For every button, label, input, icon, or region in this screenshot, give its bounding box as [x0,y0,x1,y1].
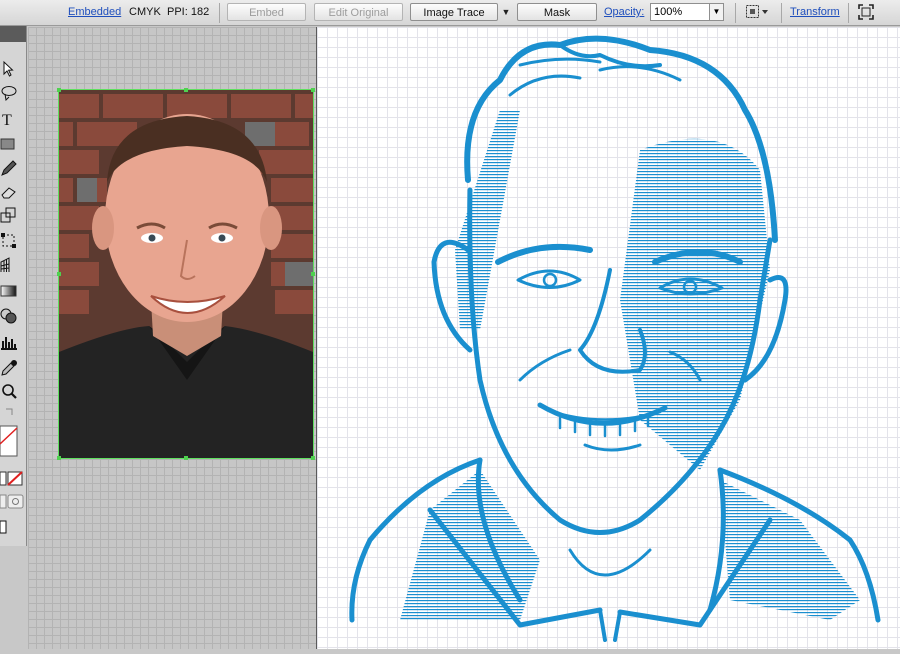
selection-handle[interactable] [184,88,188,92]
opacity-value: 100% [654,6,683,18]
none-swatch-icon[interactable] [0,470,24,488]
perspective-grid-icon[interactable] [0,256,18,274]
mask-button[interactable]: Mask [517,3,597,21]
selection-handle[interactable] [311,272,315,276]
gradient-tool-icon[interactable] [0,282,18,300]
edit-original-button[interactable]: Edit Original [314,3,403,21]
control-bar: Embedded CMYK PPI: 182 Embed Edit Origin… [0,0,900,26]
lasso-tool-icon[interactable] [0,84,18,102]
ppi-label: PPI: 182 [167,6,210,18]
embed-button[interactable]: Embed [227,3,306,21]
selection-handle[interactable] [57,88,61,92]
selection-handle[interactable] [57,272,61,276]
chevron-down-icon[interactable]: ▼ [709,4,723,20]
type-tool-icon[interactable]: T [0,110,18,128]
panel-header [0,26,26,42]
align-icon[interactable] [745,4,768,20]
fill-stroke-icon[interactable] [0,424,20,464]
rectangle-tool-icon[interactable] [0,135,18,153]
selection-handle[interactable] [57,456,61,460]
free-transform-icon[interactable] [0,232,18,250]
separator [848,3,849,23]
transform-link[interactable]: Transform [790,6,840,18]
tools-panel: T [0,26,27,546]
embedded-link[interactable]: Embedded [68,6,121,18]
svg-text:T: T [2,112,12,128]
selection-handle[interactable] [311,88,315,92]
eraser-tool-icon[interactable] [0,183,18,201]
scale-tool-icon[interactable] [0,207,18,225]
embedded-photo[interactable] [57,88,315,460]
eyedropper-icon[interactable] [0,359,18,377]
opacity-field[interactable]: 100% ▼ [650,3,724,21]
fullscreen-icon[interactable] [858,4,874,20]
color-mode-label: CMYK [129,6,161,18]
image-trace-dropdown-icon[interactable]: ▼ [499,3,513,21]
image-trace-button[interactable]: Image Trace [410,3,498,21]
selection-handle[interactable] [184,456,188,460]
separator [781,3,782,23]
selection-tool-icon[interactable] [0,60,18,78]
blend-tool-icon[interactable] [0,307,18,325]
swap-colors-icon[interactable] [0,406,18,424]
pencil-tool-icon[interactable] [0,159,18,177]
separator [735,3,736,23]
selection-handle[interactable] [311,456,315,460]
canvas-right [317,27,900,649]
opacity-link[interactable]: Opacity: [604,6,644,18]
draw-mode-icon[interactable] [0,494,26,512]
screen-mode-icon[interactable] [0,518,18,536]
traced-portrait[interactable] [317,27,900,649]
separator [219,3,220,23]
zoom-tool-icon[interactable] [0,383,18,401]
graph-tool-icon[interactable] [0,333,18,351]
